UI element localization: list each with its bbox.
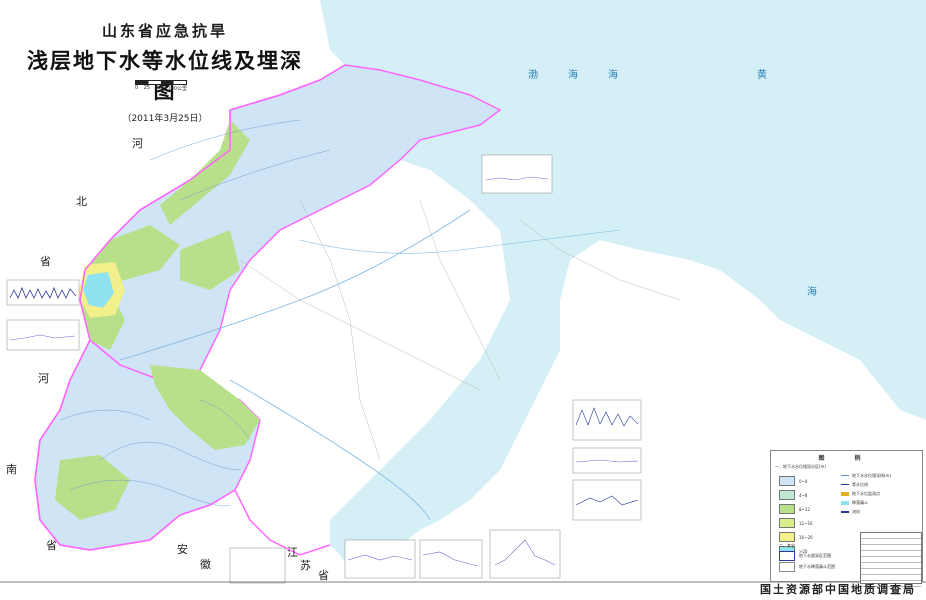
map-title: 山东省应急抗旱	[101, 22, 228, 40]
swatch-other-1	[779, 550, 795, 561]
title-block: 山东省应急抗旱 浅层地下水等水位线及埋深图 （2011年3月25日）	[20, 20, 310, 124]
legend-depth-label: 12~16	[799, 520, 813, 526]
region-label-anhui-1: 安	[177, 543, 188, 556]
legend-depth-row: 12~16	[779, 517, 813, 529]
admin-line-1	[239, 259, 481, 391]
legend-other-row: 地下水降落漏斗范围	[779, 561, 835, 572]
legend-title: 图 例	[818, 455, 875, 462]
inset-chart-south-4	[229, 547, 286, 584]
scale-label: 50	[155, 85, 162, 91]
inset-chart-south-1	[344, 539, 416, 579]
swatch-other-2	[779, 561, 795, 572]
funnel-icon	[841, 500, 849, 505]
legend-symbol-label: 流向	[852, 508, 860, 514]
map-date: （2011年3月25日）	[122, 114, 208, 124]
sea-label-yellow-2: 海	[807, 287, 847, 298]
region-label-henan-3: 省	[46, 539, 57, 552]
legend-depth-label: 16~20	[799, 534, 813, 540]
legend-depth-row: 8~12	[779, 503, 813, 515]
region-label-anhui-2: 徽	[200, 558, 211, 571]
scale-label: 0	[135, 85, 139, 91]
legend-symbol-row: 降落漏斗	[841, 498, 891, 507]
legend-depth-row: 0~4	[779, 475, 813, 487]
region-label-hebei-3: 省	[40, 255, 51, 268]
swatch-depth-1	[779, 476, 795, 486]
sea-label-bohai: 渤海海	[528, 70, 648, 81]
legend-symbol-label: 地下水水位埋深线(m)	[852, 472, 892, 478]
region-label-jiangsu-1: 江	[287, 546, 298, 559]
legend-other-label: 地下水降落漏斗范围	[799, 563, 835, 569]
legend-depth-label: 8~12	[799, 506, 810, 512]
swatch-depth-5	[779, 532, 795, 542]
legend-depth-label: 0~4	[799, 478, 808, 484]
legend-depth-row: 16~20	[779, 531, 813, 543]
region-label-henan-2: 南	[6, 463, 17, 476]
region-label-henan-1: 河	[38, 372, 49, 385]
legend-symbol-row: 地下水位监测点	[841, 489, 891, 498]
legend-section-other: 二、其它	[779, 543, 795, 548]
region-label-hebei-2: 北	[76, 195, 87, 208]
inset-chart-south-2	[419, 539, 483, 579]
region-label-jiangsu-2: 苏	[300, 559, 311, 572]
map-subtitle: 浅层地下水等水位线及埋深图	[27, 49, 303, 103]
region-label-hebei-1: 河	[132, 137, 143, 150]
legend-symbol-row: 等水位线	[841, 480, 891, 489]
region-label-jiangsu-3: 省	[318, 569, 329, 582]
line-icon	[841, 475, 849, 476]
inset-info-table	[860, 532, 922, 587]
legend-symbol-label: 等水位线	[852, 481, 868, 487]
scale-label: 100公里	[167, 86, 187, 92]
inset-chart-east-3	[572, 479, 642, 521]
arrow-icon	[841, 510, 849, 513]
line-icon	[841, 484, 849, 485]
swatch-depth-3	[779, 504, 795, 514]
legend-symbol-label: 地下水位监测点	[852, 490, 880, 496]
inset-chart-south-3	[489, 529, 561, 579]
inset-chart-west-2	[6, 319, 80, 351]
legend-symbols: 地下水水位埋深线(m) 等水位线 地下水位监测点 降落漏斗 流向	[841, 471, 891, 516]
admin-line-2	[299, 199, 381, 461]
legend-other-row: 地下水超采区范围	[779, 550, 835, 561]
legend-other-list: 地下水超采区范围 地下水降落漏斗范围	[779, 550, 835, 573]
legend-symbol-label: 降落漏斗	[852, 499, 868, 505]
legend-depth-row: 4~8	[779, 489, 813, 501]
point-icon	[841, 491, 849, 496]
legend-symbol-row: 流向	[841, 507, 891, 516]
legend-section-depth: 一、地下水水位埋深分区(m)	[775, 464, 827, 469]
swatch-depth-4	[779, 518, 795, 528]
footer-organization: 国土资源部中国地质调查局	[760, 583, 916, 596]
legend-symbol-row: 地下水水位埋深线(m)	[841, 471, 891, 480]
scale-bar-labels: 0 25 50 100公里	[135, 85, 187, 92]
scale-bar: 0 25 50 100公里	[135, 80, 187, 92]
inset-chart-east-1	[572, 399, 642, 441]
legend-depth-label: 4~8	[799, 492, 808, 498]
legend-other-label: 地下水超采区范围	[799, 552, 831, 558]
swatch-depth-2	[779, 490, 795, 500]
sea-label-yellow-1: 黄	[757, 70, 797, 81]
scale-label: 25	[143, 85, 151, 91]
inset-chart-north	[481, 154, 553, 194]
